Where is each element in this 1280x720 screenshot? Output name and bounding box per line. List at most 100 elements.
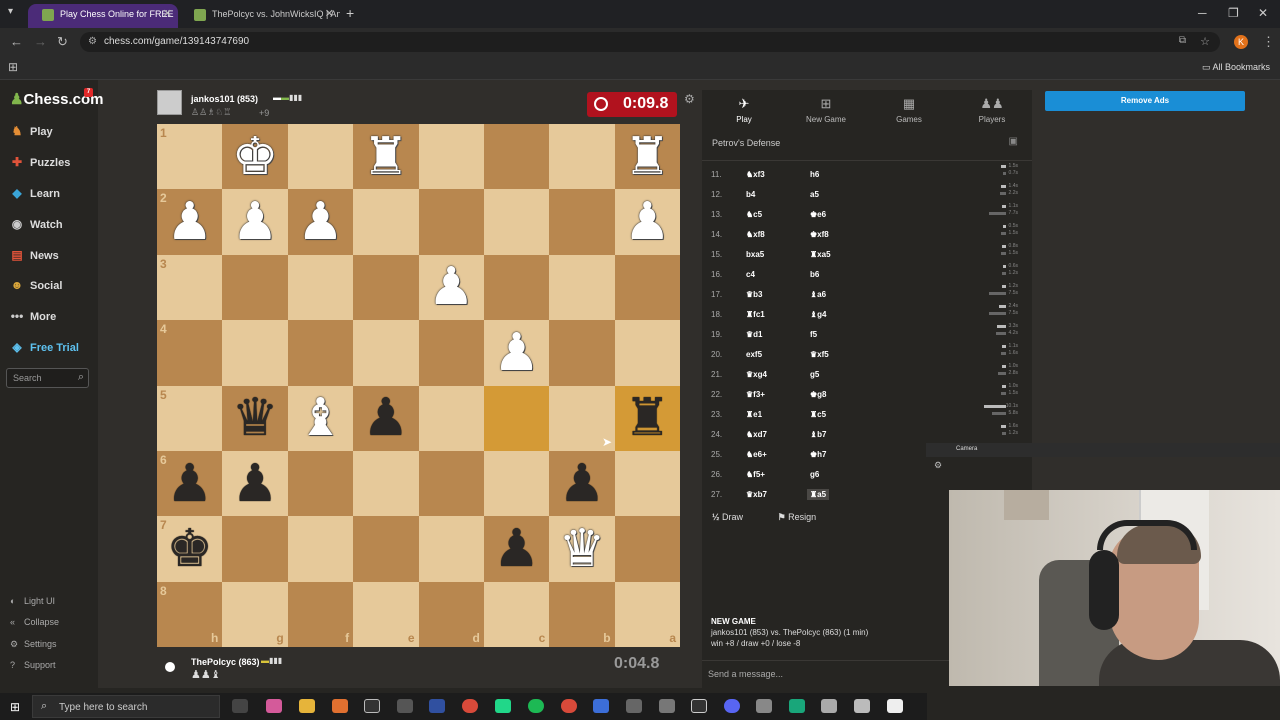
square-f5[interactable]: ♝ [287,385,354,451]
tab-games[interactable]: ▦ Games [871,96,947,124]
taskbar-search-input[interactable]: ⌕ Type here to search [32,695,220,718]
square-e7[interactable] [353,516,419,582]
square-a2[interactable]: ♟ [614,189,680,255]
black-pawn-icon[interactable]: ♟ [157,451,222,516]
white-pawn-icon[interactable]: ♟ [222,189,287,254]
chess-com-logo[interactable]: ♟Chess.com 7 [10,88,104,108]
white-move[interactable]: b4 [746,190,755,199]
tab-chess-play[interactable]: Play Chess Online for FREE ✕ [28,4,178,28]
white-move[interactable]: exf5 [746,350,762,359]
support-link[interactable]: ? Support [10,660,56,670]
black-move[interactable]: ♝a6 [810,290,826,299]
square-e6[interactable] [353,450,419,517]
tab-new-game[interactable]: ⊞ New Game [788,96,864,124]
white-move[interactable]: ♞xf3 [746,170,765,179]
app-icon[interactable] [789,699,805,713]
profile-avatar[interactable]: K [1234,35,1248,49]
square-d4[interactable] [418,320,484,386]
black-move[interactable]: h6 [810,170,819,179]
square-h6[interactable]: 6 ♟ [157,450,223,517]
square-d7[interactable] [418,516,484,582]
square-c5[interactable] [483,385,550,451]
sidebar-item-play[interactable]: ♞ Play [8,124,94,144]
top-player-name[interactable]: jankos101 (853) [191,94,258,104]
discord-icon[interactable] [724,699,740,713]
black-move[interactable]: ♛xf5 [810,350,829,359]
sidebar-item-watch[interactable]: ◉ Watch [8,217,94,237]
restore-icon[interactable]: ❐ [1228,6,1239,20]
black-move[interactable]: ♜xa5 [810,250,831,259]
camera-settings-icon[interactable]: ⚙ [934,460,942,471]
bookmark-star-icon[interactable]: ☆ [1200,35,1210,48]
square-c2[interactable] [483,189,550,255]
black-move[interactable]: a5 [810,190,819,199]
chess-board[interactable]: 1 ♚ ♜ ♜ 2 ♟ ♟ ♟ ♟ 3 ♟ 4 ♟ 5 ♛ ♝ ♟ ♜ 6 ♟ ♟ ♟ 7 ♚ ♟ ♛ 8 h g f e d c b a [157,124,680,647]
square-a4[interactable] [614,320,680,386]
sidebar-item-social[interactable]: ☻ Social [8,278,94,298]
white-move[interactable]: ♞xf8 [746,230,765,239]
site-info-icon[interactable]: ⚙ [88,36,97,47]
app-icon[interactable] [854,699,870,713]
square-b7[interactable]: ♛ [549,516,615,582]
settings-link[interactable]: ⚙ Settings [10,639,57,650]
square-g8[interactable]: g [222,581,288,647]
chrome-icon[interactable] [462,699,478,713]
app-icon[interactable] [691,699,707,713]
square-f1[interactable] [287,124,354,190]
white-move[interactable]: ♞xd7 [746,430,767,439]
black-move[interactable]: ♚h7 [810,450,827,459]
square-f6[interactable] [287,450,354,517]
collapse-button[interactable]: « Collapse [10,617,59,627]
black-king-icon[interactable]: ♚ [157,516,222,581]
black-move[interactable]: g6 [810,470,819,479]
white-move[interactable]: ♛xb7 [746,490,767,499]
light-ui-toggle[interactable]: ◐ Light UI [10,596,55,606]
sidebar-item-learn[interactable]: ◆ Learn [8,186,94,206]
square-h3[interactable]: 3 [157,254,223,321]
tab-play[interactable]: ✈ Play [706,96,782,124]
square-a8[interactable]: a [614,581,680,647]
square-c3[interactable] [483,254,550,321]
square-g7[interactable] [222,516,288,582]
square-a5[interactable]: ♜ [614,385,680,451]
white-pawn-icon[interactable]: ♟ [484,320,549,385]
sidebar-item-puzzles[interactable]: ✚ Puzzles [8,155,94,175]
square-a7[interactable] [614,516,680,582]
close-window-icon[interactable]: ✕ [1258,6,1268,20]
white-pawn-icon[interactable]: ♟ [419,255,484,320]
black-move[interactable]: b6 [810,270,819,279]
square-g5[interactable]: ♛ [222,385,288,451]
reload-icon[interactable]: ↻ [57,34,68,50]
black-move[interactable]: f5 [810,330,817,339]
calculator-icon[interactable] [756,699,772,713]
book-icon[interactable]: ▣ [1009,136,1018,147]
new-tab-icon[interactable]: + [346,5,354,21]
board-settings-icon[interactable]: ⚙ [684,92,695,106]
copilot-icon[interactable] [266,699,282,713]
square-g3[interactable] [222,254,288,321]
square-b8[interactable]: b [549,581,615,647]
square-c7[interactable]: ♟ [483,516,550,582]
square-c8[interactable]: c [483,581,550,647]
app-icon[interactable] [887,699,903,713]
square-f8[interactable]: f [287,581,354,647]
square-b1[interactable] [549,124,615,190]
white-rook-icon[interactable]: ♜ [615,124,680,189]
white-move[interactable]: ♞f5+ [746,470,765,479]
square-h4[interactable]: 4 [157,320,223,386]
tab-list-icon[interactable]: ▾ [8,6,13,17]
square-c6[interactable] [483,450,550,517]
settings-app-icon[interactable] [659,699,675,713]
square-e1[interactable]: ♜ [353,124,419,190]
back-icon[interactable]: ← [10,34,23,49]
white-rook-icon[interactable]: ♜ [353,124,418,189]
square-e5[interactable]: ♟ [353,385,419,451]
black-move[interactable]: ♚e6 [810,210,826,219]
file-explorer-icon[interactable] [299,699,315,713]
square-g6[interactable]: ♟ [222,450,288,517]
minimize-icon[interactable]: ─ [1198,6,1207,20]
pycharm-icon[interactable] [495,699,511,713]
forward-icon[interactable]: → [34,34,47,49]
square-d6[interactable] [418,450,484,517]
black-move[interactable]: g5 [810,370,819,379]
